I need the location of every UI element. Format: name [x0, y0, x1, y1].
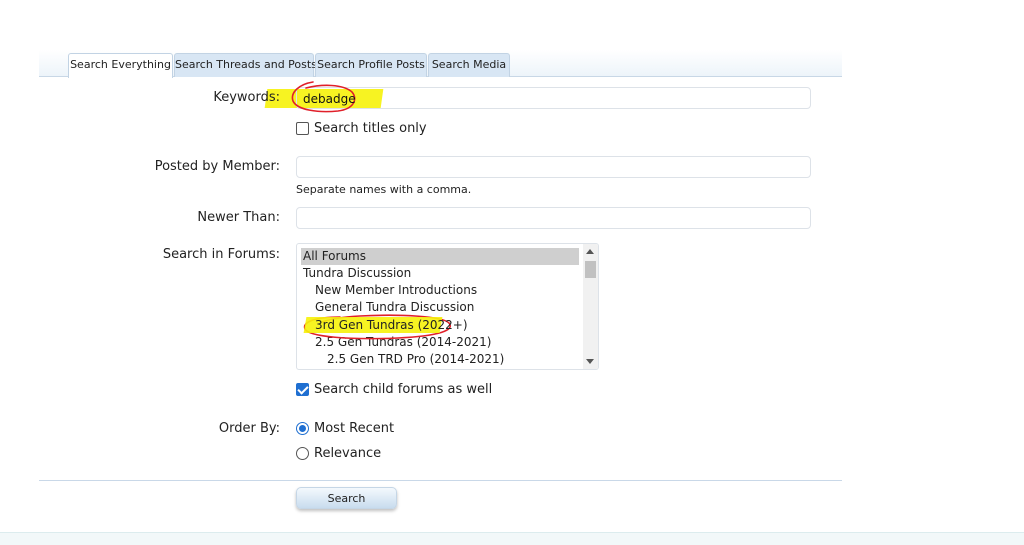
forums-label: Search in Forums:	[162, 247, 280, 262]
tab-strip: Search Everything Search Threads and Pos…	[39, 50, 842, 78]
keywords-input[interactable]: debadge	[296, 87, 811, 109]
order-by-label: Order By:	[218, 421, 280, 436]
titles-only-label: Search titles only	[314, 121, 427, 136]
footer-bar	[0, 532, 1024, 545]
forums-listbox[interactable]: All Forums Tundra Discussion New Member …	[296, 243, 599, 370]
tab-search-threads-and-posts[interactable]: Search Threads and Posts	[174, 53, 317, 77]
list-item[interactable]: New Member Introductions	[301, 282, 579, 299]
member-input[interactable]	[296, 156, 811, 178]
checkbox[interactable]	[296, 383, 309, 396]
listbox-scrollbar[interactable]	[583, 244, 598, 369]
radio-label: Most Recent	[314, 421, 395, 436]
divider	[39, 480, 842, 481]
list-item[interactable]: General Tundra Discussion	[301, 299, 579, 316]
tab-search-profile-posts[interactable]: Search Profile Posts	[315, 53, 427, 77]
child-forums-label: Search child forums as well	[314, 382, 493, 397]
list-item[interactable]: Tundra Discussion	[301, 265, 579, 282]
checkbox[interactable]	[296, 122, 309, 135]
member-hint: Separate names with a comma.	[296, 183, 472, 196]
list-item[interactable]: 3rd Gen Tundras (2022+)	[301, 317, 579, 334]
search-button[interactable]: Search	[296, 487, 397, 509]
radio-relevance[interactable]: Relevance	[296, 446, 381, 461]
list-item[interactable]: 2.5 Gen TRD Pro (2014-2021)	[301, 351, 579, 368]
radio-button[interactable]	[296, 447, 309, 460]
tab-search-everything[interactable]: Search Everything	[68, 53, 173, 78]
tab-search-media[interactable]: Search Media	[428, 53, 510, 77]
keywords-value: debadge	[303, 92, 356, 106]
list-item[interactable]: 2.5 Gen Tundras (2014-2021)	[301, 334, 579, 351]
radio-label: Relevance	[314, 446, 382, 461]
newer-than-label: Newer Than:	[197, 210, 280, 225]
radio-button[interactable]	[296, 422, 309, 435]
child-forums-checkbox[interactable]: Search child forums as well	[296, 382, 492, 397]
scroll-thumb[interactable]	[585, 261, 596, 278]
member-label: Posted by Member:	[154, 159, 280, 174]
radio-most-recent[interactable]: Most Recent	[296, 421, 394, 436]
keywords-label: Keywords:	[213, 90, 280, 105]
scroll-up-icon[interactable]	[586, 249, 594, 254]
newer-than-input[interactable]	[296, 207, 811, 229]
scroll-down-icon[interactable]	[586, 359, 594, 364]
list-item[interactable]: All Forums	[301, 248, 579, 265]
titles-only-checkbox[interactable]: Search titles only	[296, 121, 427, 136]
